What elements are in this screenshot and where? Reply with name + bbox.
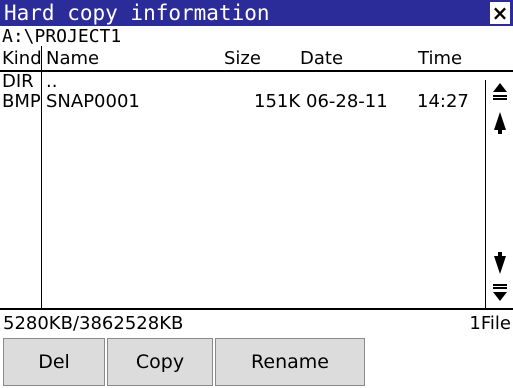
scroll-up-button[interactable]	[489, 108, 511, 138]
current-path: A:\PROJECT1	[2, 26, 122, 47]
row-kind: BMP	[2, 91, 41, 112]
scroll-down-icon	[494, 252, 506, 274]
storage-usage: 5280KB/3862528KB	[3, 313, 184, 334]
row-time: 14:27	[417, 91, 469, 112]
row-size: 151K	[254, 91, 301, 112]
row-kind: DIR	[2, 71, 34, 92]
close-icon: ×	[491, 1, 509, 25]
list-item[interactable]: DIR ..	[0, 72, 478, 92]
copy-button[interactable]: Copy	[107, 338, 213, 386]
column-name: Name	[46, 48, 100, 69]
column-header: Kind Name Size Date Time	[0, 46, 513, 72]
row-date: 06-28-11	[306, 91, 388, 112]
scrollbar[interactable]	[485, 80, 513, 308]
scroll-to-top-button[interactable]	[489, 80, 511, 102]
row-name: SNAP0001	[46, 91, 140, 112]
scroll-to-bottom-button[interactable]	[489, 282, 511, 304]
column-kind: Kind	[2, 48, 42, 69]
status-bar: 5280KB/3862528KB 1File	[0, 308, 513, 338]
title-bar: Hard copy information ×	[0, 0, 513, 26]
list-item[interactable]: BMP SNAP0001 151K 06-28-11 14:27	[0, 92, 478, 112]
scroll-up-icon	[494, 112, 506, 134]
column-size: Size	[224, 48, 261, 69]
close-button[interactable]: ×	[490, 2, 510, 24]
file-count: 1File	[469, 313, 511, 334]
scroll-to-top-icon	[493, 83, 507, 100]
row-name: ..	[46, 71, 58, 92]
del-button[interactable]: Del	[3, 338, 105, 386]
window-title: Hard copy information	[4, 1, 270, 25]
action-bar: Del Copy Rename	[0, 338, 513, 388]
column-date: Date	[300, 48, 344, 69]
file-list[interactable]: DIR .. BMP SNAP0001 151K 06-28-11 14:27	[0, 72, 478, 112]
scroll-down-button[interactable]	[489, 248, 511, 278]
column-time: Time	[418, 48, 463, 69]
scroll-to-bottom-icon	[493, 284, 507, 301]
rename-button[interactable]: Rename	[215, 338, 365, 386]
